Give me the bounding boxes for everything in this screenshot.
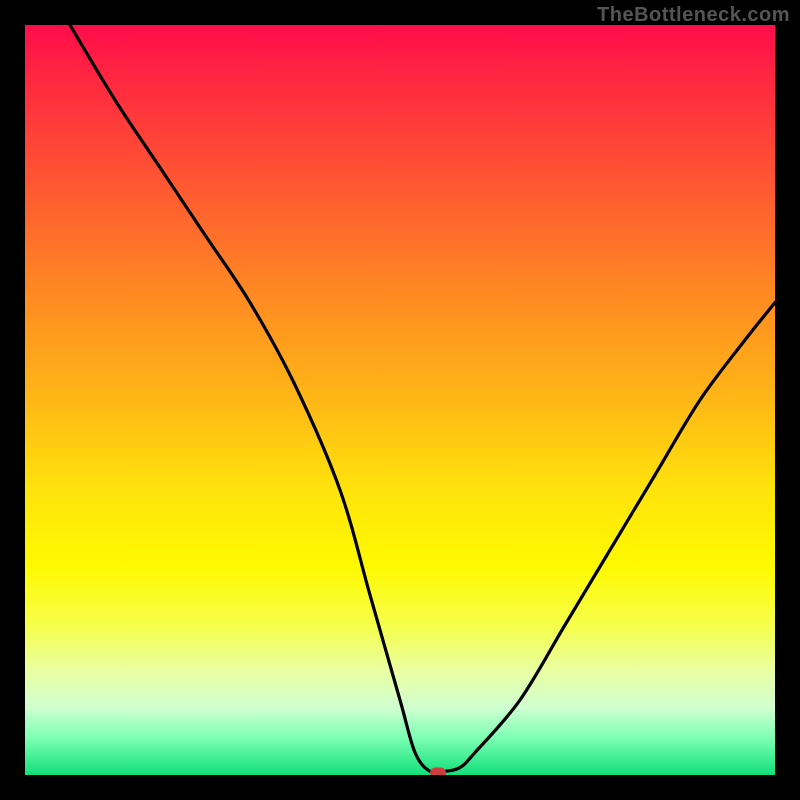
- chart-frame: TheBottleneck.com: [0, 0, 800, 800]
- plot-area: [25, 25, 775, 775]
- optimal-point-marker: [430, 767, 446, 775]
- bottleneck-curve: [25, 25, 775, 775]
- watermark-text: TheBottleneck.com: [597, 4, 790, 27]
